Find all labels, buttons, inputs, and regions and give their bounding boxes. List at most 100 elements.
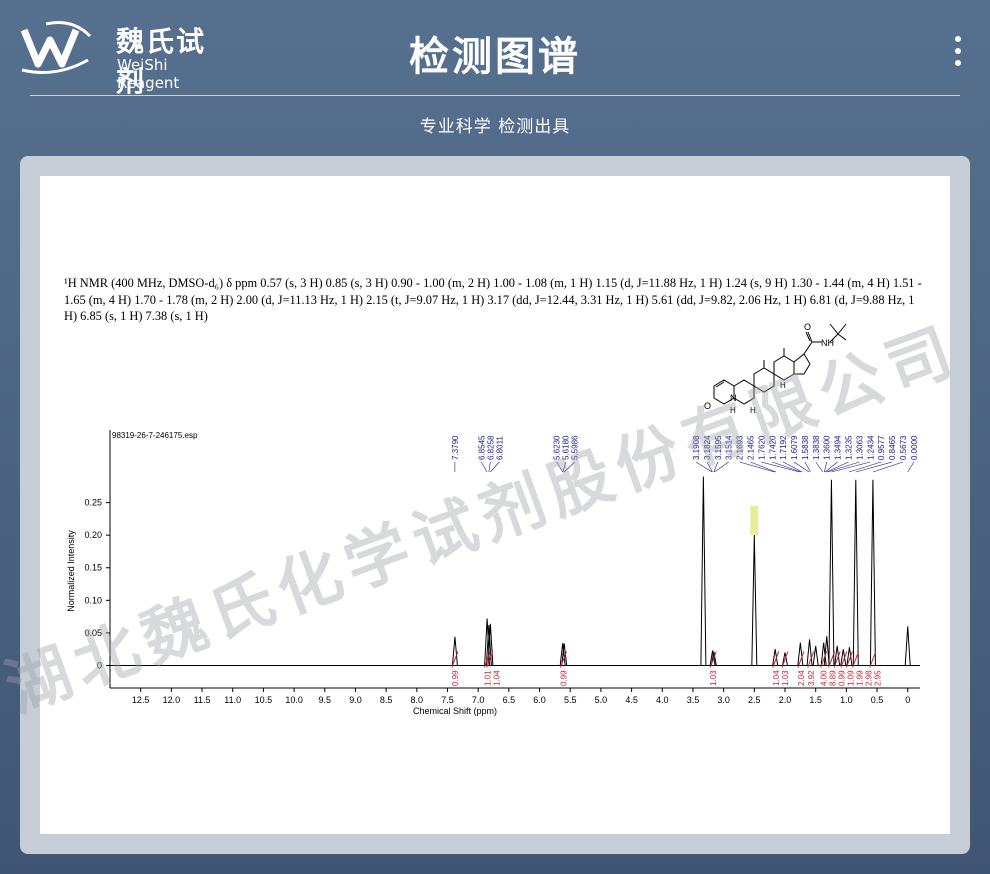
- x-tick-label: 11.0: [224, 695, 241, 705]
- integral-label: 0.99: [559, 670, 568, 686]
- peak-label-leader: [855, 461, 893, 473]
- x-tick-label: 4.5: [625, 695, 638, 705]
- x-tick-label: 0: [905, 695, 910, 705]
- peak-label: 1.5838: [801, 435, 810, 460]
- y-tick-label: 0.15: [84, 563, 102, 573]
- x-tick-label: 11.5: [194, 695, 211, 705]
- integral-label: 1.01: [483, 670, 492, 686]
- peak-label: 1.3838: [812, 435, 821, 460]
- peak-label: 5.5986: [571, 435, 580, 460]
- x-tick-label: 0.5: [871, 695, 884, 705]
- peak-label: 1.7620: [757, 435, 766, 460]
- peak-label: 6.8545: [477, 435, 486, 460]
- x-tick-label: 8.0: [411, 695, 424, 705]
- peak-label-leader: [714, 461, 729, 473]
- integral-label: 1.99: [856, 670, 865, 686]
- structure-label-h-mid: H: [780, 381, 786, 390]
- integral-label: 0.99: [451, 670, 460, 686]
- integral-label: 1.04: [772, 670, 781, 686]
- integral-label: 3.92: [807, 670, 816, 686]
- peak-label: 1.2434: [866, 435, 875, 460]
- x-axis-label: Chemical Shift (ppm): [413, 706, 497, 716]
- peak-label: 2.1693: [736, 435, 745, 460]
- peak-label: 1.3600: [823, 435, 832, 460]
- peak-label: 0.8465: [888, 435, 897, 460]
- x-tick-label: 6.0: [533, 695, 546, 705]
- header-divider: [30, 95, 960, 96]
- peak-label-leader: [815, 461, 824, 473]
- peak-label: 7.3790: [451, 435, 460, 460]
- x-tick-label: 12.5: [132, 695, 150, 705]
- nmr-spectrum-chart: 98319-26-7-246175.esp 0.25 0.20 0.15 0.10 0.0…: [66, 430, 920, 716]
- peak-label: 1.7192: [779, 435, 788, 460]
- x-tick-label: 7.5: [441, 695, 454, 705]
- peak-label-leader: [713, 461, 719, 473]
- x-tick-label: 2.5: [748, 695, 761, 705]
- integral-label: 2.04: [797, 670, 806, 686]
- peak-label: 1.6079: [790, 435, 799, 460]
- y-tick-label: 0: [97, 660, 102, 670]
- integral-label: 8.89: [829, 670, 838, 686]
- peak-label: 0.0000: [910, 435, 919, 460]
- structure-label-o: O: [804, 322, 811, 332]
- spectrum-peak: [823, 636, 830, 666]
- x-tick-label: 6.5: [503, 695, 516, 705]
- y-tick-label: 0.25: [84, 498, 102, 508]
- x-tick-label: 12.0: [163, 695, 181, 705]
- peak-label: 3.1595: [714, 435, 723, 460]
- more-vertical-icon[interactable]: [948, 36, 968, 72]
- peak-label: 1.3494: [834, 435, 843, 460]
- peak-label: 3.1514: [725, 435, 734, 460]
- integral-label: 2.95: [874, 670, 883, 686]
- solvent-band: [750, 505, 759, 536]
- structure-label-h-right: H: [750, 406, 756, 415]
- x-tick-label: 9.0: [349, 695, 362, 705]
- integral-label: 4.00: [820, 670, 829, 686]
- peak-label-leader: [556, 461, 563, 473]
- peak-label-leader: [480, 461, 488, 473]
- peak-label-leader: [907, 461, 915, 473]
- x-tick-label: 3.0: [717, 695, 730, 705]
- y-tick-label: 0.05: [84, 628, 102, 638]
- spectrum-peak: [904, 626, 911, 666]
- peak-label: 1.3063: [855, 435, 864, 460]
- integral-label: 1.03: [781, 670, 790, 686]
- spectrum-peak: [812, 645, 819, 666]
- chart-file-label: 98319-26-7-246175.esp: [112, 431, 198, 440]
- x-tick-label: 1.0: [840, 695, 853, 705]
- x-tick-label: 4.0: [656, 695, 669, 705]
- x-tick-label: 2.0: [779, 695, 792, 705]
- peak-label-leader: [563, 461, 575, 473]
- peak-label: 1.3235: [845, 435, 854, 460]
- integral-label: 1.09: [847, 670, 856, 686]
- x-tick-label: 5.5: [564, 695, 577, 705]
- x-tick-label: 7.0: [472, 695, 485, 705]
- x-tick-label: 3.5: [687, 695, 700, 705]
- x-tick-label: 10.5: [255, 695, 273, 705]
- peak-label-leader: [490, 461, 500, 473]
- peak-label-leader: [824, 461, 838, 473]
- x-tick-label: 5.0: [595, 695, 608, 705]
- y-tick-label: 0.10: [84, 595, 102, 605]
- peak-label-leader: [739, 461, 775, 473]
- x-tick-label: 8.5: [380, 695, 393, 705]
- chemical-structure: O NH O N H H H: [704, 322, 847, 415]
- peak-label: 3.1824: [703, 435, 712, 460]
- peak-label: 0.5673: [899, 435, 908, 460]
- x-tick-label: 9.5: [319, 695, 332, 705]
- spectrum-peak: [852, 479, 859, 666]
- y-tick-label: 0.20: [84, 530, 102, 540]
- peak-label-leader: [872, 461, 904, 473]
- integral-label: 0.99: [838, 670, 847, 686]
- peak-label: 5.6180: [562, 435, 571, 460]
- structure-label-h-left: H: [730, 406, 736, 415]
- peak-label-leader: [562, 461, 567, 473]
- x-tick-label: 10.0: [285, 695, 303, 705]
- page-subtitle: 专业科学 检测出具: [419, 117, 571, 137]
- structure-label-n: N: [730, 393, 737, 403]
- peak-label-leader: [761, 461, 800, 473]
- structure-label-o-left: O: [704, 401, 711, 411]
- peak-label: 6.8258: [486, 435, 495, 460]
- spectrum-peak: [869, 479, 876, 666]
- peak-label-leader: [750, 461, 777, 473]
